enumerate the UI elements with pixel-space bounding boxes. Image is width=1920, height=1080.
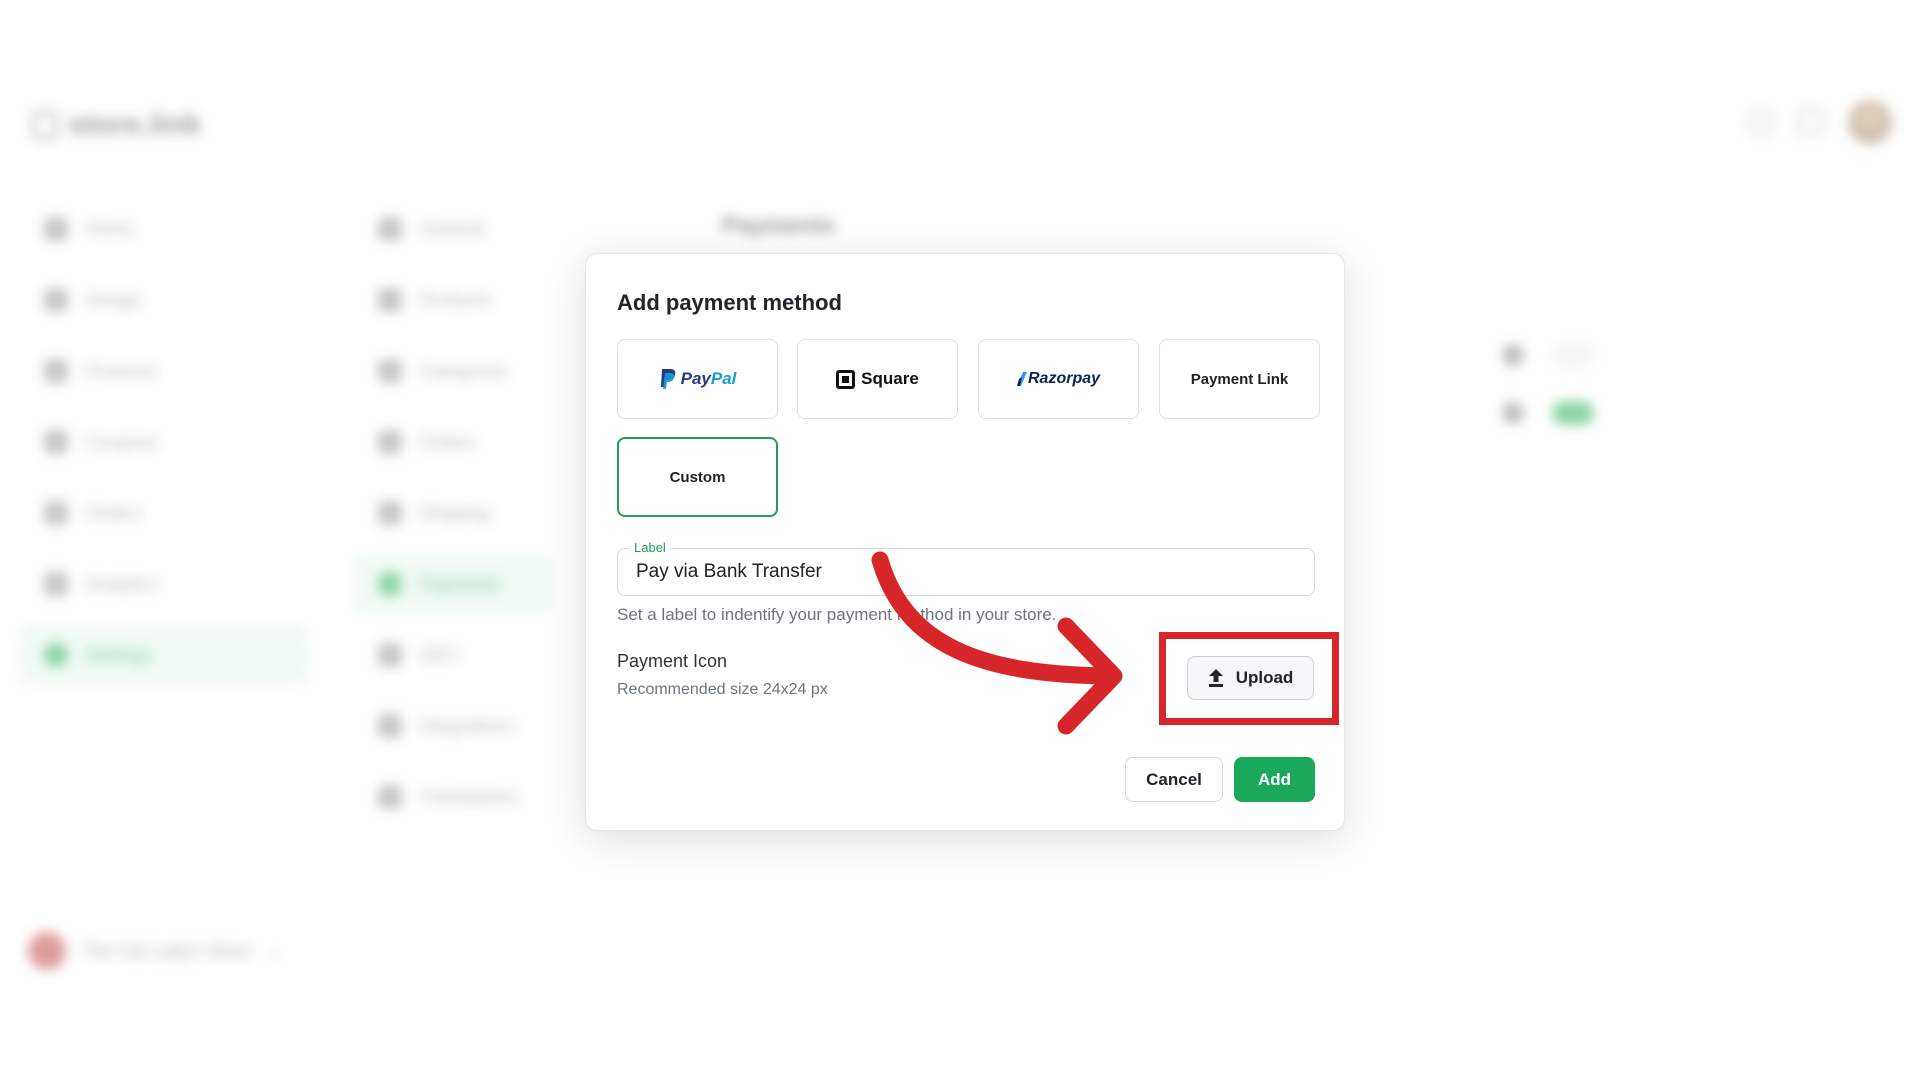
- settings-item-translations[interactable]: Translations: [354, 768, 554, 826]
- payment-row: [1502, 343, 1594, 367]
- sidebar-item-analytics[interactable]: Analytics: [20, 555, 308, 613]
- settings-item-label: Products: [420, 289, 492, 310]
- design-icon: [44, 288, 68, 312]
- settings-item-general[interactable]: General: [354, 200, 554, 258]
- custom-label: Custom: [669, 468, 726, 486]
- razorpay-icon: [1016, 372, 1027, 386]
- sidebar-item-label: Analytics: [86, 573, 159, 594]
- drag-handle-icon[interactable]: [1502, 402, 1524, 424]
- orders-icon: [378, 430, 402, 454]
- payment-option-paypal[interactable]: Pay Pal: [617, 339, 778, 419]
- settings-item-label: Payments: [420, 573, 501, 594]
- sidebar-item-design[interactable]: Design: [20, 271, 308, 329]
- sidebar-item-label: Coupons: [86, 431, 159, 452]
- settings-item-categories[interactable]: Categories: [354, 342, 554, 400]
- categories-icon: [378, 359, 402, 383]
- home-icon: [44, 217, 68, 241]
- paypal-icon: [660, 369, 675, 389]
- translate-icon: [378, 785, 402, 809]
- payment-toggle-on[interactable]: [1552, 401, 1594, 425]
- sidebar-item-label: Settings: [86, 644, 152, 665]
- sidebar-item-label: Home: [86, 218, 135, 239]
- settings-item-integrations[interactable]: Integrations: [354, 697, 554, 755]
- settings-item-label: Orders: [420, 431, 476, 452]
- seo-icon: [378, 643, 402, 667]
- cart-icon: [44, 501, 68, 525]
- primary-sidebar: Home Design Products Coupons Orders Anal…: [20, 200, 308, 697]
- settings-item-products[interactable]: Products: [354, 271, 554, 329]
- sidebar-item-label: Design: [86, 289, 143, 310]
- top-bar-icons: [1748, 100, 1892, 144]
- razorpay-text: Razorpay: [1027, 370, 1101, 387]
- payments-icon: [378, 572, 402, 596]
- settings-item-shipping[interactable]: Shipping: [354, 484, 554, 542]
- sidebar-item-home[interactable]: Home: [20, 200, 308, 258]
- settings-item-label: Integrations: [420, 715, 515, 736]
- cancel-button[interactable]: Cancel: [1125, 757, 1223, 802]
- payment-icon-title: Payment Icon: [617, 651, 728, 671]
- coupon-icon: [44, 430, 68, 454]
- settings-item-label: Categories: [420, 360, 508, 381]
- settings-sidebar: General Products Categories Orders Shipp…: [354, 200, 554, 839]
- sidebar-item-orders[interactable]: Orders: [20, 484, 308, 542]
- store-switcher[interactable]: The Cat Lady's Store ⌄: [28, 932, 282, 970]
- payment-option-payment-link[interactable]: Payment Link: [1159, 339, 1320, 419]
- settings-item-label: SEO: [420, 644, 459, 665]
- analytics-icon: [44, 572, 68, 596]
- external-link-icon[interactable]: [1798, 109, 1824, 135]
- settings-item-seo[interactable]: SEO: [354, 626, 554, 684]
- settings-item-orders[interactable]: Orders: [354, 413, 554, 471]
- settings-item-label: General: [420, 218, 485, 239]
- truck-icon: [378, 501, 402, 525]
- razorpay-logo: Razorpay: [1016, 370, 1101, 388]
- settings-item-payments[interactable]: Payments: [354, 555, 554, 613]
- payment-option-razorpay[interactable]: Razorpay: [978, 339, 1139, 419]
- user-avatar[interactable]: [1848, 100, 1892, 144]
- sidebar-item-label: Orders: [86, 502, 142, 523]
- general-icon: [378, 217, 402, 241]
- annotation-highlight-box: [1159, 632, 1339, 725]
- payment-option-custom[interactable]: Custom: [617, 437, 778, 517]
- help-icon[interactable]: [1748, 109, 1774, 135]
- payment-row: [1502, 401, 1594, 425]
- payment-icon-subtitle: Recommended size 24x24 px: [617, 681, 828, 698]
- add-button[interactable]: Add: [1234, 757, 1315, 802]
- square-text: Square: [861, 369, 919, 388]
- app-logo: store.link: [32, 108, 201, 142]
- dialog-title: Add payment method: [617, 290, 842, 315]
- payment-link-label: Payment Link: [1190, 370, 1289, 388]
- store-name: The Cat Lady's Store: [82, 940, 251, 961]
- payment-toggle-off[interactable]: [1552, 343, 1594, 367]
- sidebar-item-coupons[interactable]: Coupons: [20, 413, 308, 471]
- logo-text: store.link: [68, 108, 202, 141]
- paypal-logo: Pay Pal: [659, 368, 737, 390]
- settings-item-label: Shipping: [420, 502, 491, 523]
- drag-handle-icon[interactable]: [1502, 344, 1524, 366]
- paypal-text-pay: Pay: [680, 369, 711, 388]
- settings-item-label: Translations: [420, 786, 518, 807]
- annotation-arrow-icon: [871, 551, 1123, 735]
- chevron-down-icon: ⌄: [266, 940, 282, 961]
- store-avatar: [28, 932, 66, 970]
- square-logo: Square: [836, 369, 919, 389]
- settings-icon: [44, 643, 68, 667]
- products-icon: [44, 359, 68, 383]
- products-icon: [378, 288, 402, 312]
- sidebar-item-settings[interactable]: Settings: [20, 626, 308, 684]
- bag-icon: [32, 111, 58, 139]
- plug-icon: [378, 714, 402, 738]
- payment-option-square[interactable]: Square: [797, 339, 958, 419]
- paypal-text-pal: Pal: [710, 369, 737, 388]
- sidebar-item-products[interactable]: Products: [20, 342, 308, 400]
- square-icon: [836, 369, 856, 389]
- sidebar-item-label: Products: [86, 360, 158, 381]
- page-title: Payments: [722, 212, 836, 239]
